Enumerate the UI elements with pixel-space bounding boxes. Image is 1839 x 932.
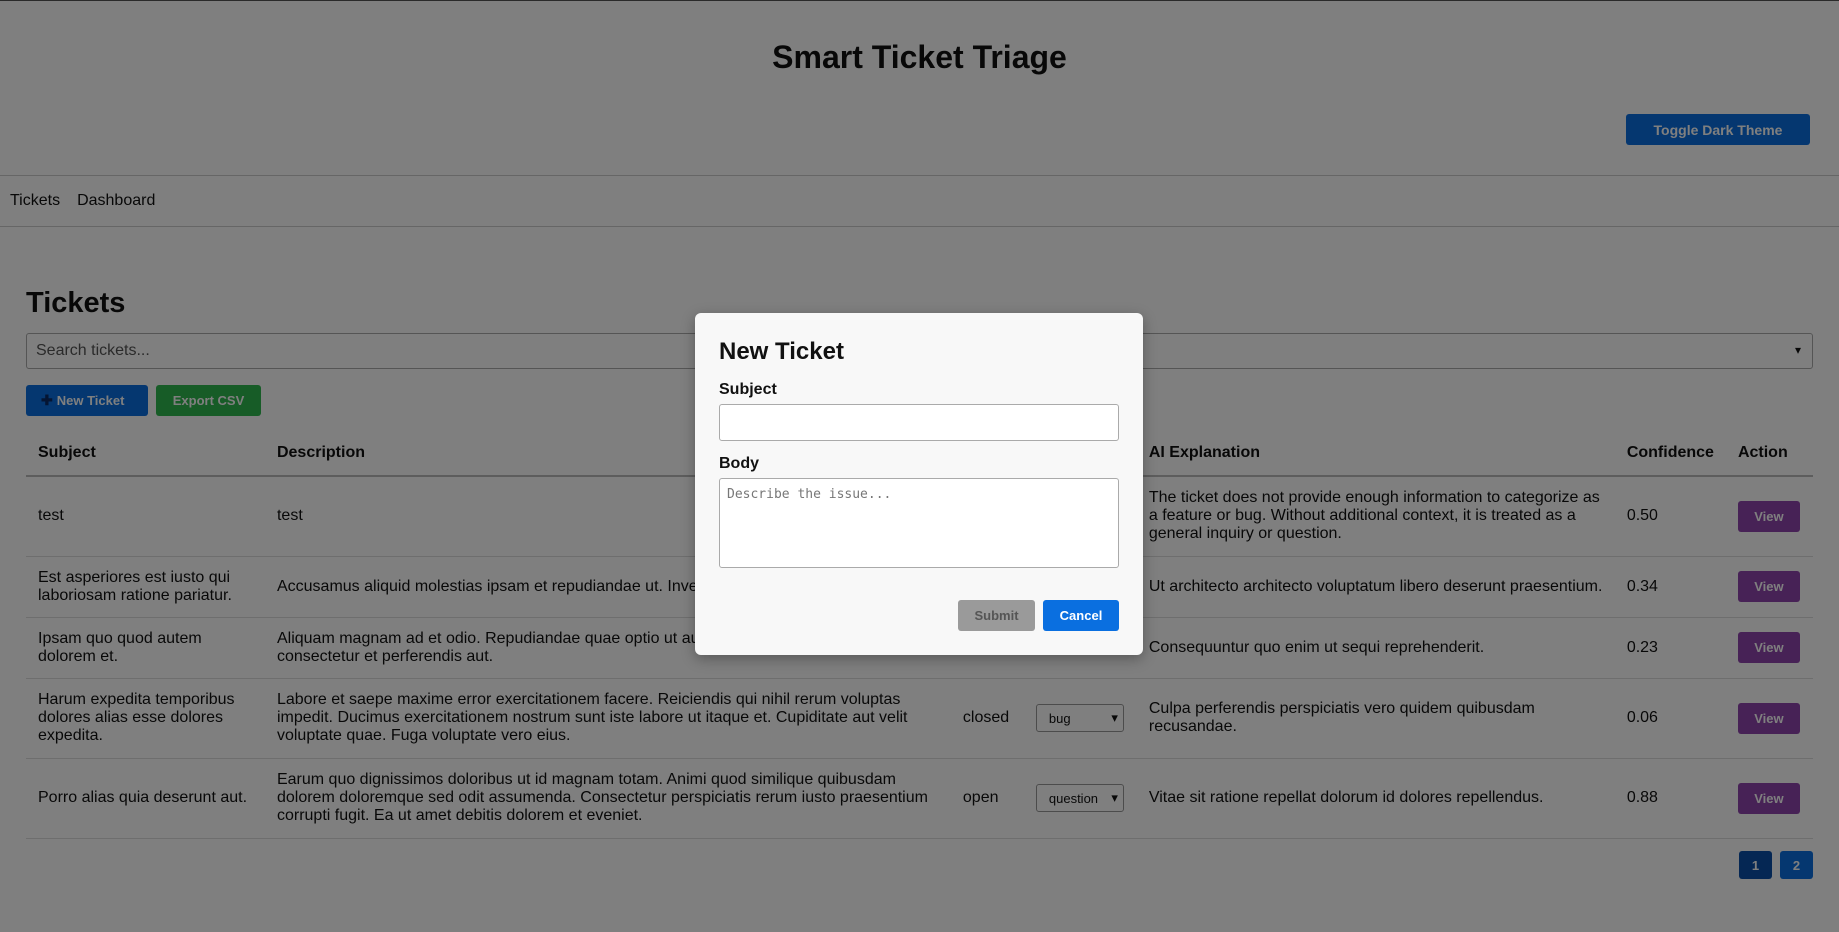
subject-label: Subject	[719, 381, 777, 398]
subject-input[interactable]	[719, 404, 1119, 441]
new-ticket-modal: New Ticket Subject Body Describe the iss…	[695, 313, 1143, 655]
cancel-button[interactable]: Cancel	[1043, 600, 1119, 631]
modal-actions: Submit Cancel	[958, 600, 1119, 631]
submit-button[interactable]: Submit	[958, 600, 1035, 631]
modal-title: New Ticket	[719, 338, 844, 365]
body-label: Body	[719, 455, 759, 472]
body-textarea[interactable]: Describe the issue...	[719, 478, 1119, 568]
